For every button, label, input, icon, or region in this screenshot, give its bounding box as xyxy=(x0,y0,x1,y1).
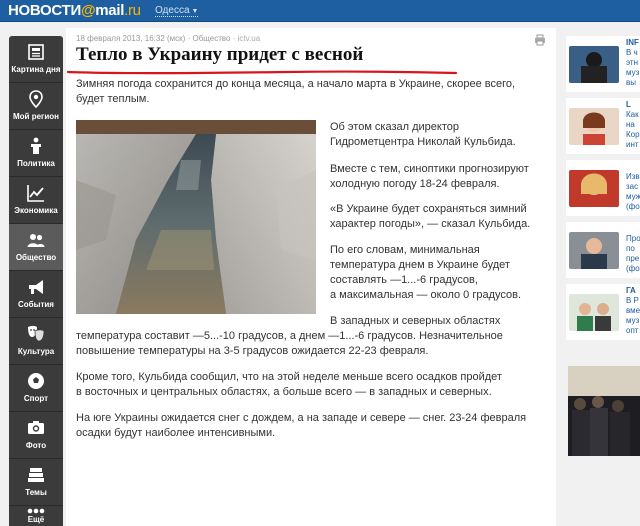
city-selector[interactable]: Одесса ▼ xyxy=(155,5,199,17)
news-thumbnail xyxy=(569,232,619,269)
city-label: Одесса xyxy=(155,5,190,16)
sidebar-item-label: Экономика xyxy=(14,206,58,215)
chevron-down-icon: ▼ xyxy=(191,8,199,15)
article-lead: Зимняя погода сохранится до конца месяца… xyxy=(76,78,516,105)
sidebar-item-more[interactable]: Ещё xyxy=(9,506,63,526)
news-text: Про по пре (фо xyxy=(626,234,640,273)
article-paragraph: «В Украине будет сохраняться зимний хара… xyxy=(330,203,531,230)
article-paragraph: По его словам, минимальная температура д… xyxy=(330,244,522,301)
featured-photo[interactable] xyxy=(568,366,640,456)
sidebar-item-label: Ещё xyxy=(27,515,45,524)
article-photo[interactable] xyxy=(76,120,316,314)
article-title: Тепло в Украину придет с весной xyxy=(76,44,364,65)
related-news-column: INF В ч этн муз вы L Как на Кор инт Изв … xyxy=(558,28,640,526)
news-text: Как на Кор инт xyxy=(626,110,640,149)
crowd-photo-image xyxy=(568,366,640,456)
sidebar-item-politics[interactable]: Политика xyxy=(9,130,63,177)
sidebar-item-label: Темы xyxy=(25,488,47,497)
logo-mail: mail xyxy=(95,2,125,19)
sidebar-item-label: Картина дня xyxy=(11,65,61,74)
article-source-link[interactable]: ictv.ua xyxy=(238,34,261,43)
newspaper-icon xyxy=(28,44,44,60)
map-pin-icon xyxy=(29,90,43,109)
logo-main: НОВОСТИ xyxy=(8,2,81,19)
news-teaser[interactable]: L Как на Кор инт xyxy=(566,98,640,154)
sidebar-item-my-region[interactable]: Мой регион xyxy=(9,83,63,130)
article-paragraph: Вместе с тем, синоптики прогнозируют хол… xyxy=(330,163,529,190)
article-paragraph: В западных и северных областях xyxy=(330,315,501,327)
sidebar-item-label: Политика xyxy=(17,159,55,168)
news-teaser[interactable]: ГА В Р вме муз опт xyxy=(566,284,640,340)
megaphone-icon xyxy=(29,280,43,294)
news-text: В Р вме муз опт xyxy=(626,296,640,335)
sidebar-item-label: Общество xyxy=(15,253,57,262)
sidebar-item-topics[interactable]: Темы xyxy=(9,459,63,506)
sidebar-item-economy[interactable]: Экономика xyxy=(9,177,63,224)
news-thumbnail xyxy=(569,170,619,207)
podium-icon xyxy=(31,137,41,154)
sidebar-item-label: Фото xyxy=(25,441,47,450)
article-paragraph: Кроме того, Кульбида сообщил, что на это… xyxy=(76,371,502,398)
ball-icon xyxy=(28,373,44,389)
site-logo[interactable]: НОВОСТИ@mail.ru xyxy=(8,2,141,19)
news-text: Изв зас муж (фо xyxy=(626,172,640,211)
chart-icon xyxy=(27,185,44,202)
news-thumbnail xyxy=(569,46,619,83)
article-section-link[interactable]: Общество xyxy=(192,34,230,43)
title-underline xyxy=(66,70,458,75)
article-paragraph: На юге Украины ожидается снег с дождем, … xyxy=(76,412,527,439)
sidebar-item-picture-of-day[interactable]: Картина дня xyxy=(9,36,63,83)
news-heading: ГА xyxy=(626,286,636,295)
more-icon xyxy=(27,508,45,514)
article-paragraph: температура составит —5...-10 градусов, … xyxy=(76,330,503,357)
print-icon[interactable] xyxy=(534,34,546,46)
logo-ru: .ru xyxy=(124,2,141,19)
camera-icon xyxy=(28,421,44,434)
news-thumbnail xyxy=(569,108,619,145)
news-teaser[interactable]: INF В ч этн муз вы xyxy=(566,36,640,92)
sidebar-item-society[interactable]: Общество xyxy=(9,224,63,271)
stack-icon xyxy=(28,468,44,482)
sidebar-item-label: Мой регион xyxy=(13,112,59,121)
news-heading: INF xyxy=(626,38,639,47)
sidebar-item-label: Спорт xyxy=(23,394,49,403)
sidebar-item-photo[interactable]: Фото xyxy=(9,412,63,459)
people-icon xyxy=(27,234,45,247)
news-heading: L xyxy=(626,100,631,109)
news-text: В ч этн муз вы xyxy=(626,48,640,87)
sidebar-item-label: События xyxy=(18,300,54,309)
sidebar-item-events[interactable]: События xyxy=(9,271,63,318)
sidebar-item-culture[interactable]: Культура xyxy=(9,318,63,365)
masks-icon xyxy=(28,325,45,342)
article-card: 18 февраля 2013, 16:32 (мск) · Общество … xyxy=(66,28,556,526)
news-thumbnail xyxy=(569,294,619,331)
logo-at: @ xyxy=(80,2,96,19)
article-paragraph: Об этом сказал директор Гидрометцентра Н… xyxy=(330,121,516,148)
category-sidebar: Картина дня Мой регион Политика Экономик… xyxy=(9,36,63,526)
article-date: 18 февраля 2013, 16:32 (мск) xyxy=(76,34,186,43)
melting-snow-stream-image xyxy=(76,120,316,314)
news-teaser[interactable]: Про по пре (фо xyxy=(566,222,640,278)
news-teaser[interactable]: Изв зас муж (фо xyxy=(566,160,640,216)
sidebar-item-label: Культура xyxy=(17,347,55,356)
sidebar-item-sport[interactable]: Спорт xyxy=(9,365,63,412)
top-bar: НОВОСТИ@mail.ru Одесса ▼ xyxy=(0,0,640,22)
article-meta: 18 февраля 2013, 16:32 (мск) · Общество … xyxy=(76,34,261,43)
